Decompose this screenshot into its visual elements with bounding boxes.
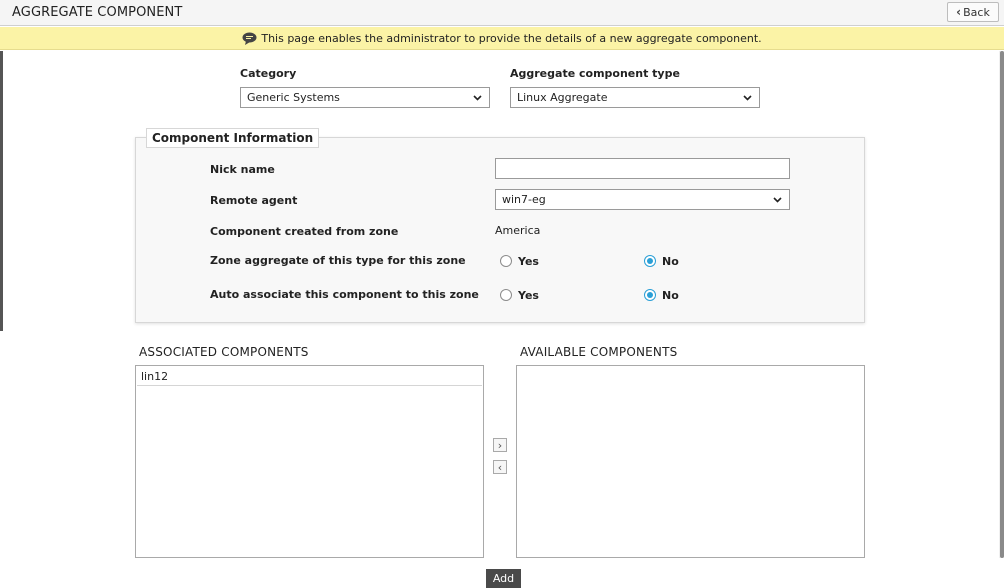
auto-associate-no-label[interactable]: No	[662, 289, 679, 302]
left-frame-edge	[0, 51, 3, 331]
auto-associate-yes-radio[interactable]	[500, 289, 512, 301]
chevron-down-icon	[773, 197, 782, 203]
component-type-select[interactable]: Linux Aggregate	[510, 87, 760, 108]
category-label: Category	[240, 67, 297, 80]
zone-aggregate-no-radio[interactable]	[644, 255, 656, 267]
auto-associate-yes-label[interactable]: Yes	[518, 289, 539, 302]
component-type-label: Aggregate component type	[510, 67, 680, 80]
chevron-left-icon: ‹	[956, 5, 962, 19]
remote-agent-label: Remote agent	[210, 194, 298, 207]
speech-bubble-icon	[242, 32, 257, 45]
back-button[interactable]: ‹ Back	[947, 2, 999, 22]
created-from-zone-value: America	[495, 224, 541, 237]
auto-associate-no-radio[interactable]	[644, 289, 656, 301]
chevron-right-icon: ›	[497, 438, 503, 452]
category-select[interactable]: Generic Systems	[240, 87, 490, 108]
associated-components-heading: ASSOCIATED COMPONENTS	[139, 345, 309, 359]
component-information-legend: Component Information	[146, 128, 320, 148]
info-message: This page enables the administrator to p…	[261, 31, 762, 45]
info-bar: This page enables the administrator to p…	[0, 27, 1004, 50]
move-left-button[interactable]: ‹	[493, 460, 507, 474]
move-right-button[interactable]: ›	[493, 438, 507, 452]
list-item[interactable]: lin12	[137, 367, 482, 386]
category-select-value: Generic Systems	[247, 91, 340, 104]
nick-name-label: Nick name	[210, 163, 275, 176]
auto-associate-label: Auto associate this component to this zo…	[210, 288, 479, 301]
zone-aggregate-yes-label[interactable]: Yes	[518, 255, 539, 268]
associated-components-list[interactable]: lin12	[135, 365, 484, 558]
zone-aggregate-no-label[interactable]: No	[662, 255, 679, 268]
zone-aggregate-label: Zone aggregate of this type for this zon…	[210, 254, 466, 267]
remote-agent-select[interactable]: win7-eg	[495, 189, 790, 210]
remote-agent-select-value: win7-eg	[502, 193, 546, 206]
available-components-heading: AVAILABLE COMPONENTS	[520, 345, 678, 359]
back-button-label: Back	[963, 5, 990, 19]
nick-name-input[interactable]	[495, 158, 790, 179]
page-title: AGGREGATE COMPONENT	[12, 5, 183, 20]
created-from-zone-label: Component created from zone	[210, 225, 399, 238]
page-header: AGGREGATE COMPONENT ‹ Back	[0, 0, 1004, 26]
chevron-down-icon	[743, 95, 752, 101]
component-type-select-value: Linux Aggregate	[517, 91, 608, 104]
scrollbar-thumb[interactable]	[1000, 51, 1004, 558]
chevron-left-icon: ‹	[497, 460, 503, 474]
chevron-down-icon	[473, 95, 482, 101]
available-components-list[interactable]	[516, 365, 865, 558]
add-button[interactable]: Add	[486, 569, 521, 588]
zone-aggregate-yes-radio[interactable]	[500, 255, 512, 267]
